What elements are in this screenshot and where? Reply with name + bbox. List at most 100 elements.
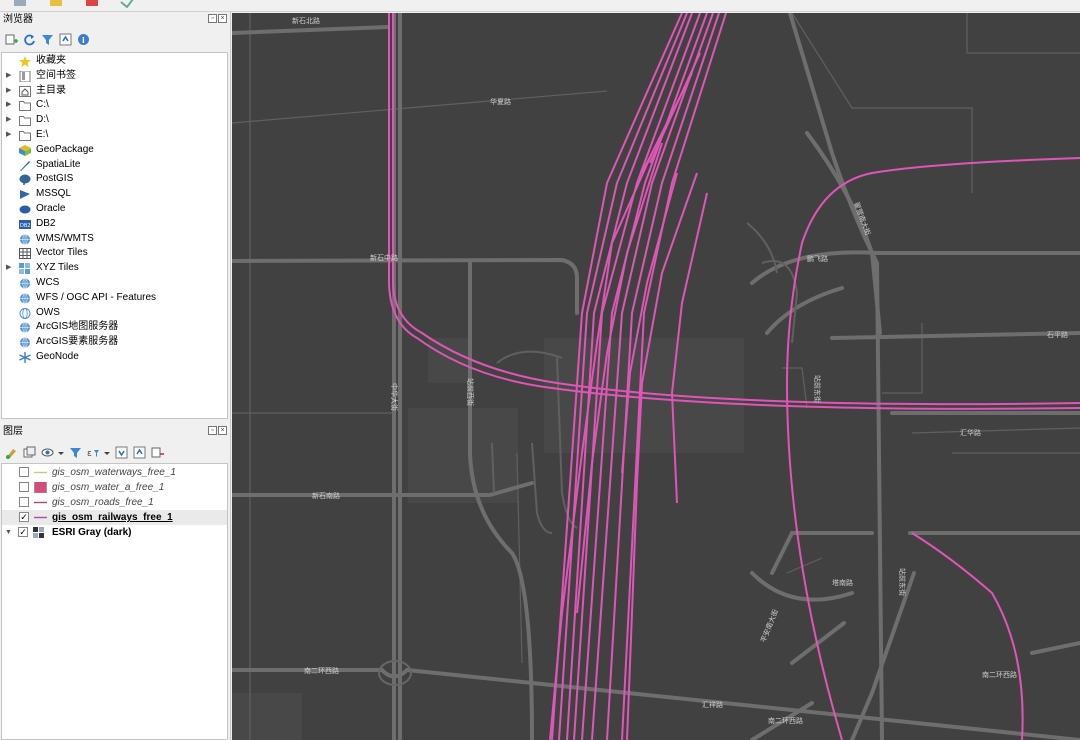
globe-icon	[19, 337, 31, 349]
browser-item[interactable]: ▶ C:\	[2, 98, 227, 113]
expand-arrow-icon[interactable]: ▶	[6, 98, 14, 113]
line-symbol-icon	[34, 512, 47, 523]
browser-item[interactable]: WCS	[2, 276, 227, 291]
line-symbol-icon	[34, 497, 47, 508]
add-group-icon[interactable]	[22, 445, 36, 459]
fill-symbol-icon	[34, 480, 47, 494]
style-panel-icon[interactable]	[4, 445, 18, 459]
browser-item[interactable]: Oracle	[2, 202, 227, 217]
browser-item[interactable]: ArcGIS地图服务器	[2, 320, 227, 335]
layer-visibility-checkbox[interactable]	[19, 497, 29, 507]
layers-title-text: 图层	[3, 426, 23, 437]
browser-tree: 收藏夹 ▶ 空间书签 ▶ 主目录 ▶ C:\ ▶ D:\ ▶ E:\ GeoPackage Spatia…	[1, 52, 228, 419]
collapse-all-icon[interactable]	[58, 32, 72, 46]
bookmark-icon	[19, 70, 31, 83]
globe-icon	[19, 292, 31, 304]
expand-arrow-icon[interactable]: ▶	[6, 84, 14, 99]
layer-item[interactable]: ▼ ✓ ESRI Gray (dark)	[2, 525, 227, 540]
folder-icon	[19, 100, 31, 112]
collapse-all-icon[interactable]	[132, 445, 146, 459]
road-label: 新石中路	[370, 253, 398, 262]
browser-item[interactable]: PostGIS	[2, 172, 227, 187]
browser-item-label: 空间书签	[36, 69, 76, 81]
layer-visibility-checkbox[interactable]: ✓	[19, 512, 29, 522]
browser-item[interactable]: 收藏夹	[2, 54, 227, 69]
road-label: 中华大街	[390, 383, 399, 411]
road-label: 新石北路	[292, 16, 320, 25]
expand-all-icon[interactable]	[114, 445, 128, 459]
filter-expression-icon[interactable]: ε	[86, 445, 100, 459]
browser-item[interactable]: ▶ XYZ Tiles	[2, 261, 227, 276]
browser-item-label: DB2	[36, 217, 56, 229]
browser-item[interactable]: DB2 DB2	[2, 217, 227, 232]
browser-item[interactable]: GeoPackage	[2, 143, 227, 158]
expand-arrow-icon[interactable]: ▶	[6, 69, 14, 84]
road-label: 站前东街	[813, 375, 822, 403]
layer-name: gis_osm_roads_free_1	[52, 497, 154, 508]
star-icon	[19, 56, 31, 67]
layer-visibility-checkbox[interactable]	[19, 482, 29, 492]
dropdown-arrow-icon[interactable]	[58, 445, 64, 459]
manage-visibility-icon[interactable]	[40, 445, 54, 459]
map-canvas[interactable]: 新石北路 华夏路 新石中路 中华大街 新石南路 南二环西路 汇华路 南二环西路 …	[232, 13, 1080, 740]
float-panel-button[interactable]: ▫	[208, 426, 217, 435]
toolbar-icon[interactable]	[118, 0, 136, 9]
road-label: 平安南大街	[759, 608, 780, 644]
layer-item[interactable]: gis_osm_water_a_free_1	[2, 480, 227, 495]
browser-item-label: WCS	[36, 276, 60, 288]
dropdown-arrow-icon[interactable]	[104, 445, 110, 459]
browser-panel-title: 浏览器 ▫ ×	[0, 12, 229, 28]
db2-icon: DB2	[19, 219, 31, 230]
browser-item[interactable]: ▶ 主目录	[2, 84, 227, 99]
filter-legend-icon[interactable]	[68, 445, 82, 459]
road-label: 南二环西路	[768, 716, 803, 725]
expand-arrow-icon[interactable]: ▶	[6, 261, 14, 276]
layers-toolbar: ε	[0, 442, 229, 462]
browser-item[interactable]: ArcGIS要素服务器	[2, 335, 227, 350]
map-svg[interactable]: 新石北路 华夏路 新石中路 中华大街 新石南路 南二环西路 汇华路 南二环西路 …	[232, 13, 1080, 740]
refresh-icon[interactable]	[22, 32, 36, 46]
layer-item[interactable]: ✓ gis_osm_railways_free_1	[2, 510, 227, 525]
filter-icon[interactable]	[40, 32, 54, 46]
browser-item[interactable]: SpatiaLite	[2, 158, 227, 173]
close-panel-button[interactable]: ×	[218, 426, 227, 435]
browser-item[interactable]: Vector Tiles	[2, 246, 227, 261]
tiles-icon	[19, 263, 31, 275]
geopackage-icon	[19, 144, 31, 156]
info-icon[interactable]: i	[76, 32, 90, 46]
browser-item-label: Oracle	[36, 202, 66, 214]
layer-item[interactable]: gis_osm_roads_free_1	[2, 495, 227, 510]
browser-item-label: SpatiaLite	[36, 158, 81, 170]
expand-arrow-icon[interactable]: ▶	[6, 128, 14, 143]
toolbar-icon[interactable]	[48, 0, 66, 8]
road-label: 南二环西路	[982, 670, 1017, 679]
expand-arrow-icon[interactable]: ▶	[6, 113, 14, 128]
browser-item[interactable]: ▶ 空间书签	[2, 69, 227, 84]
float-panel-button[interactable]: ▫	[208, 14, 217, 23]
browser-item-label: MSSQL	[36, 188, 72, 200]
layer-visibility-checkbox[interactable]: ✓	[18, 527, 28, 537]
road-label: 汇华路	[960, 428, 981, 437]
collapse-arrow-icon[interactable]: ▼	[5, 525, 12, 540]
browser-item-label: PostGIS	[36, 173, 74, 185]
browser-item[interactable]: GeoNode	[2, 350, 227, 365]
globe-icon	[19, 233, 31, 245]
layer-visibility-checkbox[interactable]	[19, 467, 29, 477]
browser-item[interactable]: ▶ D:\	[2, 113, 227, 128]
left-dock: 浏览器 ▫ × i 收藏夹 ▶ 空间书签 ▶ 主目录 ▶ C:\ ▶ D:\ ▶ E:\ GeoPac…	[0, 12, 231, 740]
browser-item[interactable]: ▶ E:\	[2, 128, 227, 143]
toolbar-icon[interactable]	[12, 0, 30, 8]
browser-item-label: OWS	[36, 306, 60, 318]
svg-text:ε: ε	[87, 449, 92, 459]
add-selected-layers-icon[interactable]	[4, 32, 18, 46]
browser-item[interactable]: WFS / OGC API - Features	[2, 291, 227, 306]
toolbar-icon[interactable]	[84, 0, 102, 8]
close-panel-button[interactable]: ×	[218, 14, 227, 23]
layer-item[interactable]: gis_osm_waterways_free_1	[2, 465, 227, 480]
road-label: 石平路	[1047, 330, 1068, 339]
oracle-icon	[19, 204, 31, 215]
browser-item[interactable]: WMS/WMTS	[2, 232, 227, 247]
browser-item[interactable]: MSSQL	[2, 187, 227, 202]
remove-layer-icon[interactable]	[150, 445, 164, 459]
browser-item[interactable]: OWS	[2, 306, 227, 321]
